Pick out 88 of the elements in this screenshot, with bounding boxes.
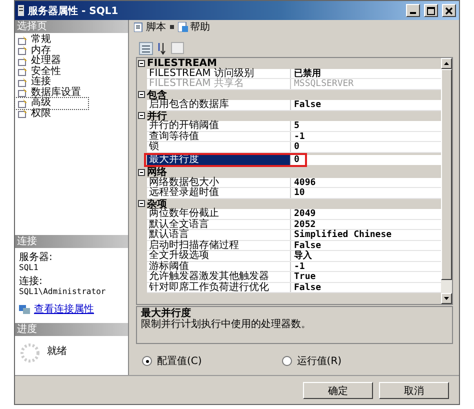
collapse-toggle[interactable] [138, 168, 145, 176]
section-header: 选择页 [15, 20, 128, 33]
sidebar-item[interactable]: 安全性 [15, 66, 88, 77]
property-name[interactable]: 允许触发器激发其他触发器 [147, 272, 291, 282]
property-name[interactable]: 并行的开销阈值 [147, 121, 291, 130]
connection-icon [19, 304, 30, 314]
sort-icon[interactable] [156, 42, 168, 54]
radio-option[interactable]: 运行值(R) [282, 354, 342, 368]
connection-label: 连接: [19, 276, 44, 287]
category-name: FILESTREAM [147, 58, 217, 69]
property-name[interactable]: 查询等待值 [147, 132, 291, 141]
property-value[interactable]: False [291, 100, 322, 110]
property-value[interactable]: 0 [291, 154, 300, 165]
sidebar-item[interactable]: 权限 [15, 108, 88, 119]
collapse-toggle[interactable] [138, 112, 145, 120]
up-arrow-icon [444, 62, 449, 65]
sidebar-item[interactable]: 内存 [15, 46, 88, 56]
category-name: 并行 [147, 110, 167, 122]
radio-button[interactable] [142, 356, 152, 366]
connection-value: SQL1\Administrator [19, 287, 107, 296]
sidebar-item[interactable]: 连接 [15, 77, 88, 88]
property-value[interactable]: 5 [291, 121, 300, 130]
property-name[interactable]: 针对即席工作负荷进行优化 [147, 282, 291, 292]
property-name[interactable]: 游标阈值 [147, 262, 291, 271]
property-value[interactable]: 4096 [291, 178, 316, 187]
property-name[interactable]: 启用包含的数据库 [147, 100, 291, 110]
maximize-button[interactable] [424, 4, 438, 17]
property-value[interactable]: 10 [291, 188, 305, 198]
description-title: 最大并行度 [141, 308, 191, 319]
server-icon [18, 5, 24, 16]
description-text: 限制并行计划执行中使用的处理器数。 [141, 319, 312, 330]
property-name[interactable]: 网络数据包大小 [147, 178, 291, 187]
sidebar-item[interactable]: 数据库设置 [15, 88, 88, 98]
page-icon [18, 36, 28, 45]
radio-option[interactable]: 配置值(C) [142, 354, 202, 368]
property-name[interactable]: 锁 [147, 142, 291, 152]
close-button[interactable] [442, 4, 456, 17]
view-connection-link[interactable]: 查看连接属性 [34, 302, 94, 316]
sidebar-item[interactable]: 处理器 [15, 56, 88, 66]
property-name[interactable]: 远程登录超时值 [147, 188, 291, 198]
property-value[interactable]: 0 [291, 142, 300, 152]
page-icon [18, 88, 28, 98]
property-value[interactable]: 2049 [291, 209, 316, 218]
property-value[interactable]: -1 [291, 262, 305, 271]
collapse-toggle[interactable] [138, 60, 145, 67]
category-name: 网络 [147, 166, 167, 178]
page-icon [18, 78, 28, 87]
status-text: 就绪 [47, 344, 67, 358]
categorized-icon[interactable] [139, 42, 153, 54]
property-value[interactable]: -1 [291, 132, 305, 141]
page-icon [18, 56, 28, 66]
window-title: 服务器属性 - SQL1 [28, 4, 118, 18]
property-value[interactable]: False [291, 282, 322, 292]
page-icon [18, 98, 28, 108]
page-icon [18, 109, 28, 118]
dialog-button[interactable]: 取消 [379, 382, 449, 398]
scrollbar[interactable] [441, 58, 452, 304]
spinner-icon [19, 342, 41, 364]
radio-button[interactable] [282, 356, 292, 366]
minimize-button[interactable] [406, 4, 420, 17]
close-icon [445, 6, 453, 14]
property-value[interactable]: 导入 [291, 251, 312, 260]
property-value[interactable]: False [291, 240, 322, 250]
section-header: 进度 [15, 323, 128, 336]
down-arrow-icon [444, 297, 449, 300]
category-name: 包含 [147, 88, 167, 101]
sidebar-item[interactable]: 常规 [15, 35, 88, 46]
script-button[interactable]: 脚本 [134, 20, 166, 34]
maximize-icon [427, 6, 435, 14]
help-button[interactable]: 帮助 [178, 20, 210, 34]
property-name[interactable]: 两位数年份截止 [147, 209, 291, 218]
collapse-toggle[interactable] [138, 200, 145, 208]
collapse-toggle[interactable] [138, 91, 145, 98]
property-name[interactable]: 启动时扫描存储过程 [147, 240, 291, 250]
property-name[interactable]: 默认全文语言 [147, 220, 291, 229]
server-label: 服务器: [19, 252, 54, 263]
page-icon [18, 67, 28, 76]
section-header: 连接 [15, 235, 128, 248]
dialog-button[interactable]: 确定 [303, 382, 373, 398]
document-icon [134, 22, 144, 32]
category-name: 杂项 [147, 198, 167, 210]
property-name[interactable]: FILESTREAM 访问级别 [147, 68, 291, 78]
server-value: SQL1 [19, 263, 40, 272]
property-value[interactable]: True [291, 272, 316, 282]
help-icon [178, 22, 188, 32]
property-value[interactable]: 2052 [291, 220, 316, 229]
page-icon [18, 46, 28, 56]
property-value[interactable]: 已禁用 [291, 68, 321, 78]
